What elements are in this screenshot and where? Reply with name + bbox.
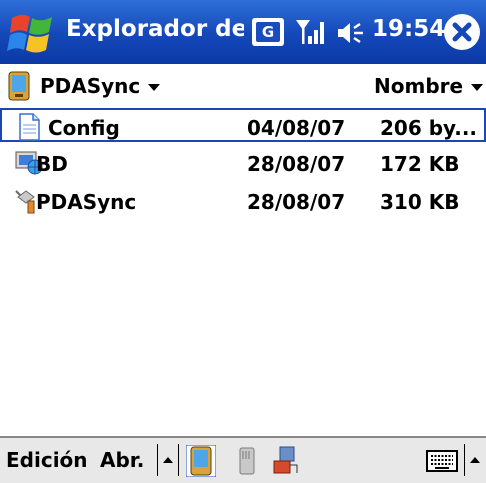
list-item[interactable]: Config 04/08/07 206 by... <box>0 108 486 142</box>
text-file-icon <box>19 113 40 141</box>
file-date: 28/08/07 <box>247 190 346 214</box>
open-menu[interactable]: Abr. <box>100 448 144 472</box>
storage-card-icon[interactable] <box>232 445 262 477</box>
folder-name: PDASync <box>40 74 141 98</box>
file-name: PDASync <box>36 190 137 214</box>
file-name: BD <box>36 152 68 176</box>
folder-dropdown[interactable]: PDASync <box>40 74 161 98</box>
folder-header: PDASync Nombre <box>0 64 486 110</box>
file-list: Config 04/08/07 206 by... BD 28/08/07 17… <box>0 108 486 436</box>
file-date: 28/08/07 <box>247 152 346 176</box>
close-icon <box>452 22 472 42</box>
device-icon[interactable] <box>186 445 216 477</box>
network-badge: G <box>256 22 280 42</box>
title-bar: Explorador de a G 19:54 <box>0 0 486 64</box>
edit-menu[interactable]: Edición <box>6 448 88 472</box>
sort-dropdown[interactable]: Nombre <box>374 74 484 98</box>
bottom-toolbar: Edición Abr. <box>0 436 486 483</box>
toolbar-divider <box>157 444 158 476</box>
toolbar-divider <box>178 444 179 476</box>
chevron-down-icon <box>148 84 161 91</box>
volume-icon[interactable] <box>336 20 370 46</box>
file-size: 206 by... <box>380 116 478 140</box>
gprs-icon[interactable]: G <box>252 18 284 46</box>
windows-start-icon[interactable] <box>6 8 58 58</box>
window-title[interactable]: Explorador de a <box>66 16 244 42</box>
file-explorer-screen: Explorador de a G 19:54 PDASync Nombre <box>0 0 486 483</box>
keyboard-icon[interactable] <box>426 450 458 472</box>
chevron-down-icon <box>471 84 484 91</box>
file-name: Config <box>48 116 120 140</box>
scroll-up-icon[interactable] <box>160 446 176 474</box>
signal-icon[interactable] <box>294 16 328 48</box>
input-menu-arrow-icon[interactable] <box>467 446 483 474</box>
close-button[interactable] <box>444 14 480 50</box>
clock[interactable]: 19:54 <box>372 16 445 42</box>
list-item[interactable]: PDASync 28/08/07 310 KB <box>0 182 486 220</box>
device-folder-icon <box>8 71 30 101</box>
network-share-icon[interactable] <box>270 445 300 477</box>
sort-label: Nombre <box>374 74 464 98</box>
file-size: 310 KB <box>380 190 460 214</box>
file-size: 172 KB <box>380 152 460 176</box>
list-item[interactable]: BD 28/08/07 172 KB <box>0 144 486 182</box>
toolbar-divider <box>464 444 465 476</box>
file-date: 04/08/07 <box>247 116 346 140</box>
